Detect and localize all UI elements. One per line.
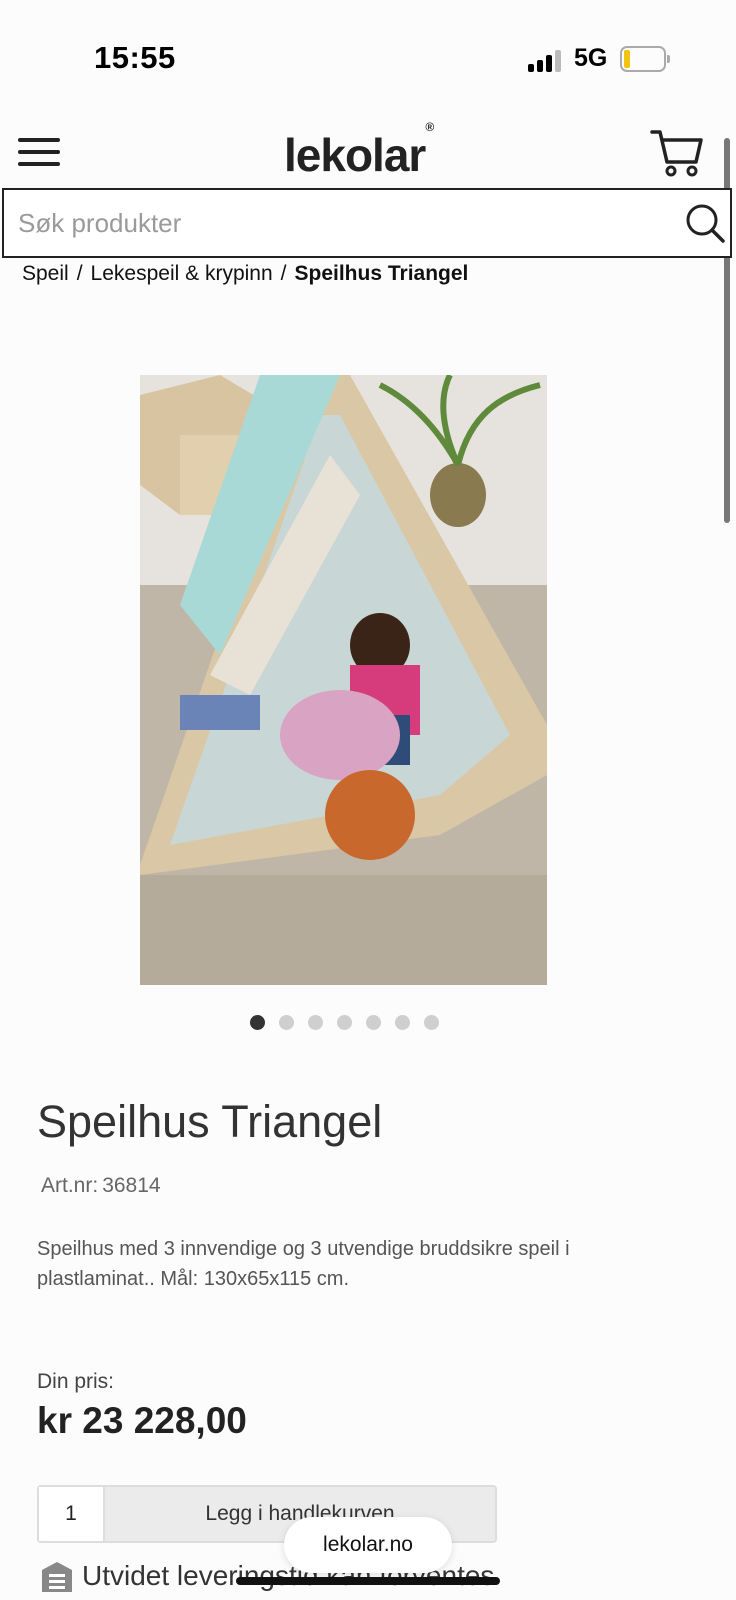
carousel-dot[interactable] <box>337 1015 352 1030</box>
carousel-dot[interactable] <box>250 1015 265 1030</box>
site-header: lekolar® <box>0 120 736 188</box>
artnr-label: Art.nr: <box>41 1174 99 1197</box>
carousel-dot[interactable] <box>279 1015 294 1030</box>
breadcrumb-separator: / <box>76 262 83 285</box>
cart-icon[interactable] <box>650 128 704 178</box>
status-bar: 15:55 5G <box>0 0 736 120</box>
browser-url-pill[interactable]: lekolar.no <box>284 1517 452 1573</box>
search-input[interactable] <box>18 204 658 242</box>
lekolar-logo[interactable]: lekolar® <box>284 120 434 182</box>
carousel-dot[interactable] <box>424 1015 439 1030</box>
breadcrumb: Speil / Lekespeil & krypinn / Speilhus Trian… <box>22 262 468 286</box>
network-label: 5G <box>574 44 608 72</box>
menu-icon[interactable] <box>18 136 60 168</box>
status-time: 15:55 <box>94 40 176 75</box>
artnr-value: 36814 <box>102 1174 161 1197</box>
battery-icon <box>620 46 670 72</box>
signal-icon <box>528 48 564 72</box>
product-image[interactable] <box>140 375 547 985</box>
breadcrumb-link-lekespeil[interactable]: Lekespeil & krypinn <box>91 262 273 285</box>
logo-mark: ® <box>425 119 434 134</box>
breadcrumb-current: Speilhus Triangel <box>294 262 469 285</box>
home-indicator[interactable] <box>236 1577 500 1585</box>
warehouse-icon <box>40 1560 74 1594</box>
carousel-dot[interactable] <box>395 1015 410 1030</box>
logo-text: lekolar <box>284 129 426 181</box>
product-price: kr 23 228,00 <box>37 1400 247 1441</box>
search-bar <box>2 188 732 258</box>
search-icon[interactable] <box>684 202 726 244</box>
breadcrumb-separator: / <box>280 262 287 285</box>
carousel-dot[interactable] <box>366 1015 381 1030</box>
carousel-dot[interactable] <box>308 1015 323 1030</box>
article-number: Art.nr: 36814 <box>37 1174 161 1198</box>
product-title: Speilhus Triangel <box>37 1096 383 1147</box>
price-label: Din pris: <box>37 1370 115 1393</box>
product-description: Speilhus med 3 innvendige og 3 utvendige… <box>37 1238 570 1290</box>
quantity-input[interactable] <box>39 1487 105 1541</box>
breadcrumb-link-speil[interactable]: Speil <box>22 262 69 285</box>
